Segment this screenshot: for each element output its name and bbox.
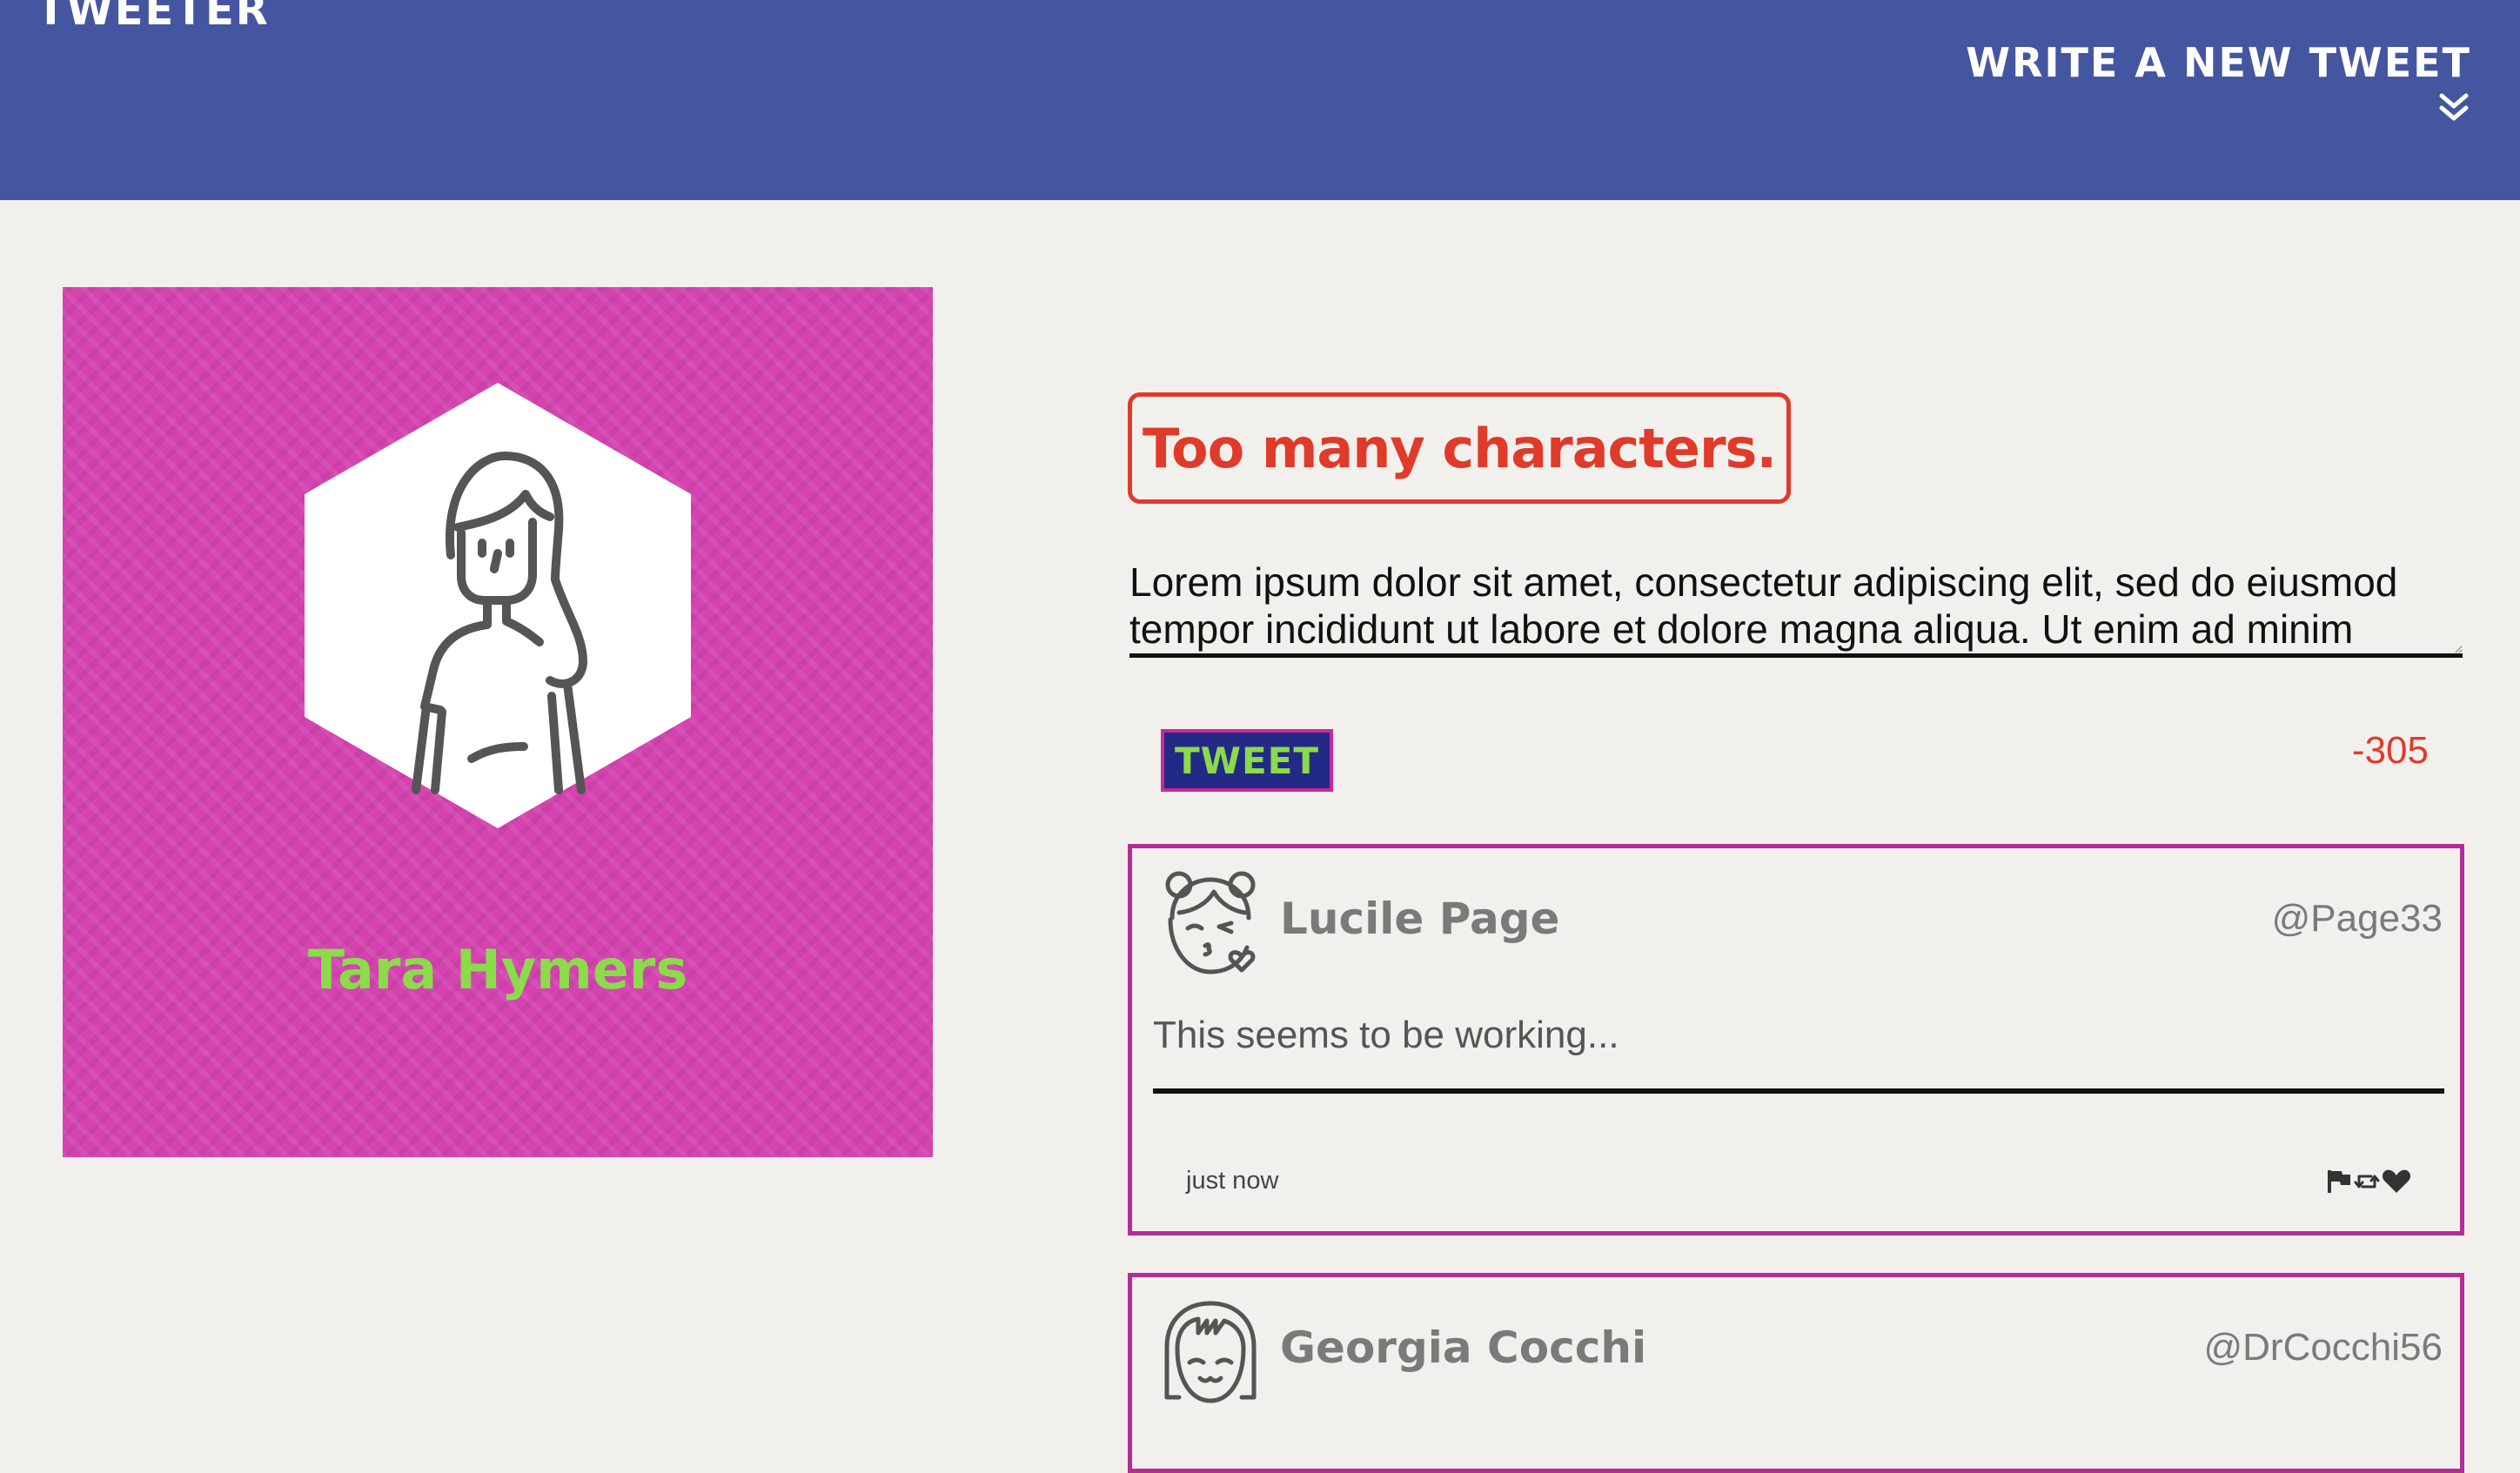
heart-icon[interactable] xyxy=(2382,1168,2411,1195)
tweet-button[interactable]: TWEET xyxy=(1161,729,1333,792)
woman-avatar-icon xyxy=(305,383,691,828)
write-new-tweet-label[interactable]: WRITE A NEW TWEET xyxy=(1966,38,2471,87)
tweet-text: This seems to be working... xyxy=(1153,1014,2444,1094)
tweet-author-name: Georgia Cocchi xyxy=(1280,1322,1647,1373)
retweet-icon[interactable] xyxy=(2354,1168,2380,1195)
tweet-card: Georgia Cocchi @DrCocchi56 xyxy=(1128,1273,2464,1473)
tweet-textarea[interactable]: Lorem ipsum dolor sit amet, consectetur … xyxy=(1129,559,2463,658)
tweet-author-handle: @Page33 xyxy=(2271,897,2443,940)
character-counter: -305 xyxy=(2351,729,2429,772)
brand-logo[interactable]: TWEETER xyxy=(37,0,270,35)
tweet-author-handle: @DrCocchi56 xyxy=(2203,1326,2443,1369)
flag-icon[interactable] xyxy=(2326,1168,2352,1195)
smiling-face-avatar-icon xyxy=(1158,1295,1263,1409)
error-message: Too many characters. xyxy=(1142,416,1777,480)
character-limit-error: Too many characters. xyxy=(1128,392,1791,504)
profile-card: Tara Hymers xyxy=(63,287,933,1157)
profile-name: Tara Hymers xyxy=(307,938,688,1001)
tweet-actions xyxy=(2326,1168,2411,1195)
tweet-card: Lucile Page @Page33 This seems to be wor… xyxy=(1128,844,2464,1235)
chevron-double-down-icon[interactable] xyxy=(2438,92,2470,127)
top-nav-bar: TWEETER WRITE A NEW TWEET xyxy=(0,0,2520,200)
kissing-face-avatar-icon xyxy=(1158,866,1263,981)
profile-avatar xyxy=(305,383,691,828)
write-new-tweet-toggle[interactable]: WRITE A NEW TWEET xyxy=(1966,38,2471,127)
tweet-timestamp: just now xyxy=(1186,1167,1279,1195)
tweet-author-name: Lucile Page xyxy=(1280,894,1560,944)
